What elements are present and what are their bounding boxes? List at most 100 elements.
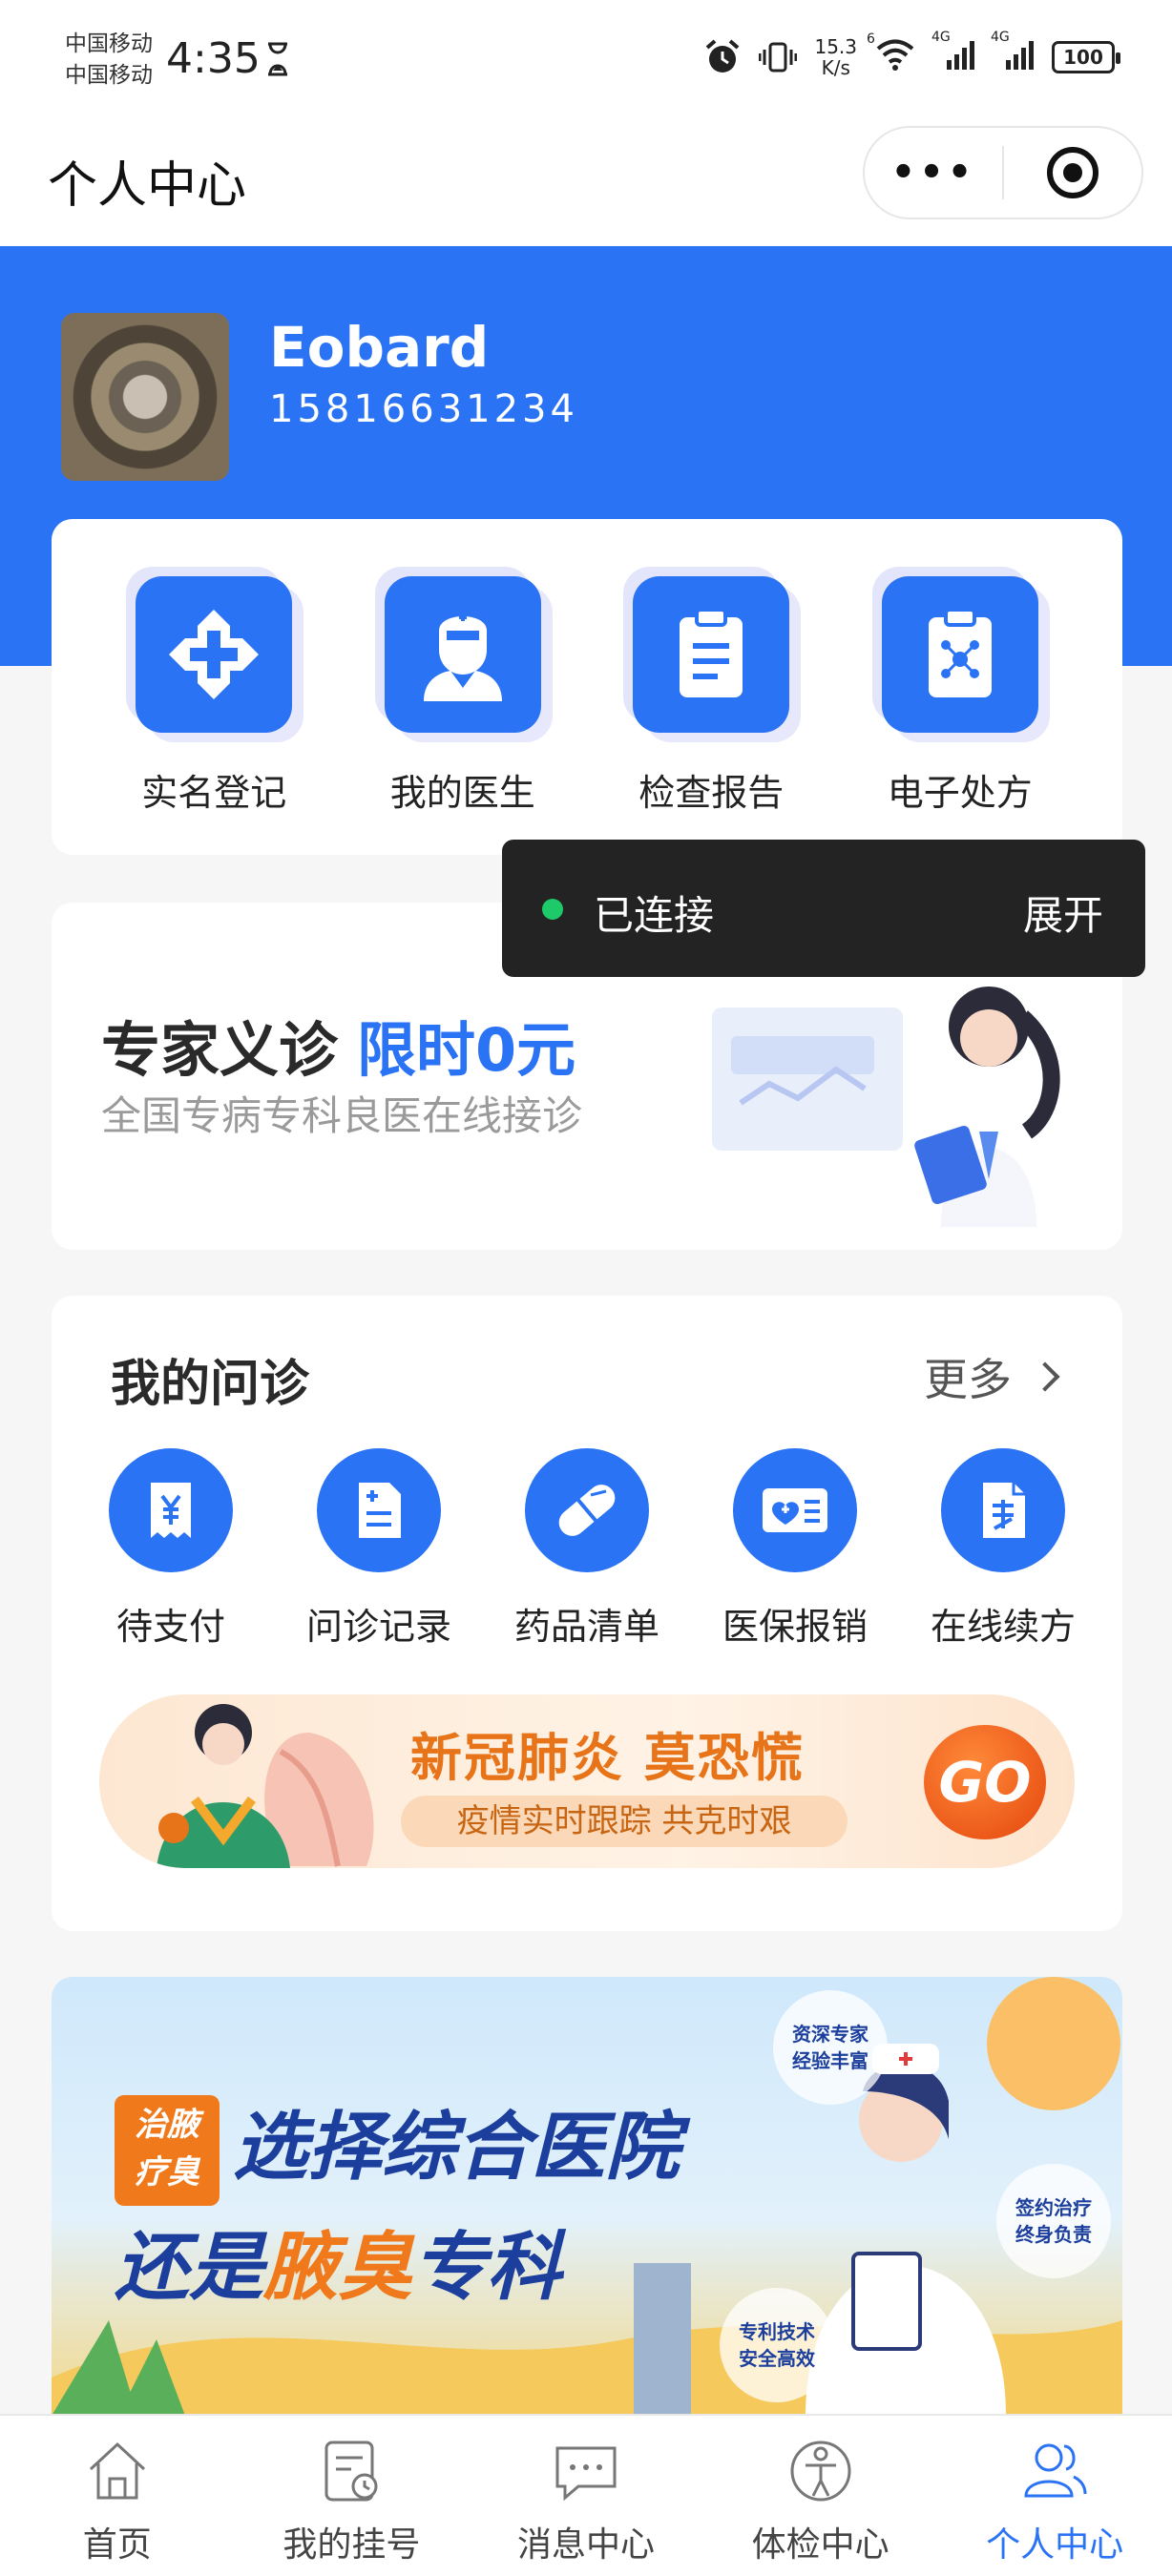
tab-profile[interactable]: 个人中心 [937, 2416, 1172, 2576]
renew-document-icon [941, 1448, 1065, 1572]
consult-label: 待支付 [115, 1606, 225, 1648]
status-time: 4:35 [166, 34, 261, 83]
tab-home[interactable]: 首页 [0, 2416, 235, 2576]
feature-bubble: 签约治疗 终身负责 [996, 2164, 1111, 2278]
section-title: 我的问诊 [111, 1356, 310, 1413]
net-speed: 15.3 K/s [814, 36, 857, 78]
bubble-line: 经验丰富 [792, 2049, 869, 2072]
my-consultations-card: 我的问诊 更多 待支付 问诊记录 药品清单 医保报销 在线续方 新冠肺炎 莫恐慌… [52, 1296, 1122, 1931]
doctor-illustration [712, 987, 1060, 1227]
close-mini-program-button[interactable] [1004, 128, 1141, 218]
avatar[interactable] [61, 313, 229, 481]
consult-insurance[interactable]: 医保报销 [700, 1448, 890, 1650]
more-link[interactable]: 更多 [924, 1345, 1060, 1408]
prescription-icon [881, 576, 1038, 733]
service-label: 电子处方 [887, 772, 1033, 814]
consult-label: 医保报销 [722, 1606, 868, 1648]
consultation-grid: 待支付 问诊记录 药品清单 医保报销 在线续方 [52, 1448, 1122, 1650]
expert-subtitle: 全国专病专科良医在线接诊 [101, 1092, 583, 1139]
medical-card-icon [733, 1448, 857, 1572]
user-group-icon [1024, 2443, 1087, 2498]
expert-title-text: 专家义诊 [101, 1015, 339, 1085]
service-my-doctor[interactable]: 我的医生 [367, 576, 558, 855]
carrier-1: 中国移动 [65, 31, 153, 56]
record-document-icon [317, 1448, 441, 1572]
consult-records[interactable]: 问诊记录 [283, 1448, 474, 1650]
more-button[interactable]: ••• [865, 128, 1002, 218]
carrier-info: 中国移动 中国移动 [65, 29, 153, 92]
hospital-tag-line2: 疗臭 [135, 2153, 199, 2192]
service-check-report[interactable]: 检查报告 [616, 576, 806, 855]
headline-2-suffix: 专科 [412, 2225, 562, 2311]
hospital-tag-line1: 治腋 [135, 2106, 199, 2144]
quick-services-card: 实名登记 我的医生 检查报告 电子处方 [52, 519, 1122, 855]
service-real-name[interactable]: 实名登记 [118, 576, 309, 855]
hospital-ad-banner[interactable]: 治腋 疗臭 选择综合医院 还是腋臭专科 资深专家经验丰富 签约治疗 终身负责 专利… [52, 1977, 1122, 2416]
alarm-icon [706, 39, 740, 73]
mini-program-capsule: ••• [863, 126, 1143, 219]
signal-2: 4G [991, 30, 1035, 77]
hospital-tag: 治腋 疗臭 [115, 2095, 220, 2206]
covid-subtitle: 疫情实时跟踪 共克时艰 [401, 1796, 848, 1847]
connected-dot-icon [542, 899, 563, 920]
chevron-right-icon [1030, 1361, 1060, 1392]
expert-highlight: 限时0元 [357, 1015, 576, 1085]
home-icon [89, 2441, 145, 2500]
covid-title: 新冠肺炎 莫恐慌 [410, 1728, 805, 1788]
carrier-2: 中国移动 [65, 63, 153, 88]
bubble-line: 资深专家 [792, 2023, 869, 2046]
message-icon [555, 2446, 617, 2502]
target-icon [1046, 147, 1099, 198]
toast-text: 已连接 [594, 892, 715, 939]
nav-bar: 个人中心 ••• [0, 120, 1172, 246]
toast-expand-button[interactable]: 展开 [1023, 883, 1103, 942]
tab-registration[interactable]: 我的挂号 [235, 2416, 470, 2576]
consult-pending-payment[interactable]: 待支付 [75, 1448, 266, 1650]
net-speed-value: 15.3 [814, 35, 857, 58]
covid-banner[interactable]: 新冠肺炎 莫恐慌 疫情实时跟踪 共克时艰 GO [99, 1694, 1075, 1868]
pill-icon [525, 1448, 649, 1572]
status-bar: 中国移动 中国移动 4:35 15.3 K/s 6 4G 4G 100 [0, 0, 1172, 120]
wifi-indicator: 6 [867, 31, 916, 77]
service-label: 检查报告 [638, 772, 785, 814]
vibrate-icon [759, 42, 798, 73]
service-label: 我的医生 [389, 772, 535, 814]
hospital-headline-1: 选择综合医院 [233, 2105, 680, 2191]
clipboard-icon [633, 576, 790, 733]
tab-label: 首页 [82, 2525, 152, 2565]
headline-2-accent: 腋臭 [263, 2225, 413, 2311]
page-title: 个人中心 [48, 157, 247, 215]
go-button[interactable]: GO [924, 1725, 1046, 1839]
status-indicators: 15.3 K/s 6 4G 4G 100 [703, 30, 1120, 78]
covid-illustration [157, 1704, 374, 1868]
expert-title: 专家义诊 限时0元 [101, 1002, 576, 1088]
feature-bubble: 专利技术 安全高效 [720, 2288, 834, 2402]
more-dots-icon: ••• [890, 151, 976, 195]
service-label: 实名登记 [141, 772, 287, 814]
consult-renew[interactable]: 在线续方 [908, 1448, 1099, 1650]
tab-body-check[interactable]: 体检中心 [703, 2416, 938, 2576]
wifi-label: 6 [867, 31, 875, 47]
more-label: 更多 [924, 1354, 1012, 1405]
registration-icon [324, 2441, 378, 2502]
medical-cross-icon [136, 576, 293, 733]
nurse-icon [384, 576, 541, 733]
service-e-prescription[interactable]: 电子处方 [865, 576, 1056, 855]
headline-2-prefix: 还是 [115, 2225, 264, 2311]
feature-bubble: 资深专家 经验丰富 [773, 1990, 888, 2105]
bubble-line: 签约治疗 [1015, 2196, 1092, 2219]
consult-label: 问诊记录 [305, 1606, 451, 1648]
hourglass-icon [268, 42, 287, 76]
consult-drug-list[interactable]: 药品清单 [492, 1448, 682, 1650]
wifi-icon [876, 39, 914, 71]
yen-receipt-icon [109, 1448, 233, 1572]
hospital-headline-2: 还是腋臭专科 [115, 2208, 561, 2315]
signal-1: 4G [931, 30, 975, 77]
body-check-icon [790, 2441, 851, 2502]
tab-messages[interactable]: 消息中心 [469, 2416, 703, 2576]
user-name: Eobard [269, 315, 490, 380]
tab-label: 消息中心 [516, 2525, 655, 2565]
tab-label: 个人中心 [986, 2525, 1124, 2565]
bubble-line: 专利技术 [739, 2320, 815, 2343]
tab-label: 体检中心 [751, 2525, 889, 2565]
